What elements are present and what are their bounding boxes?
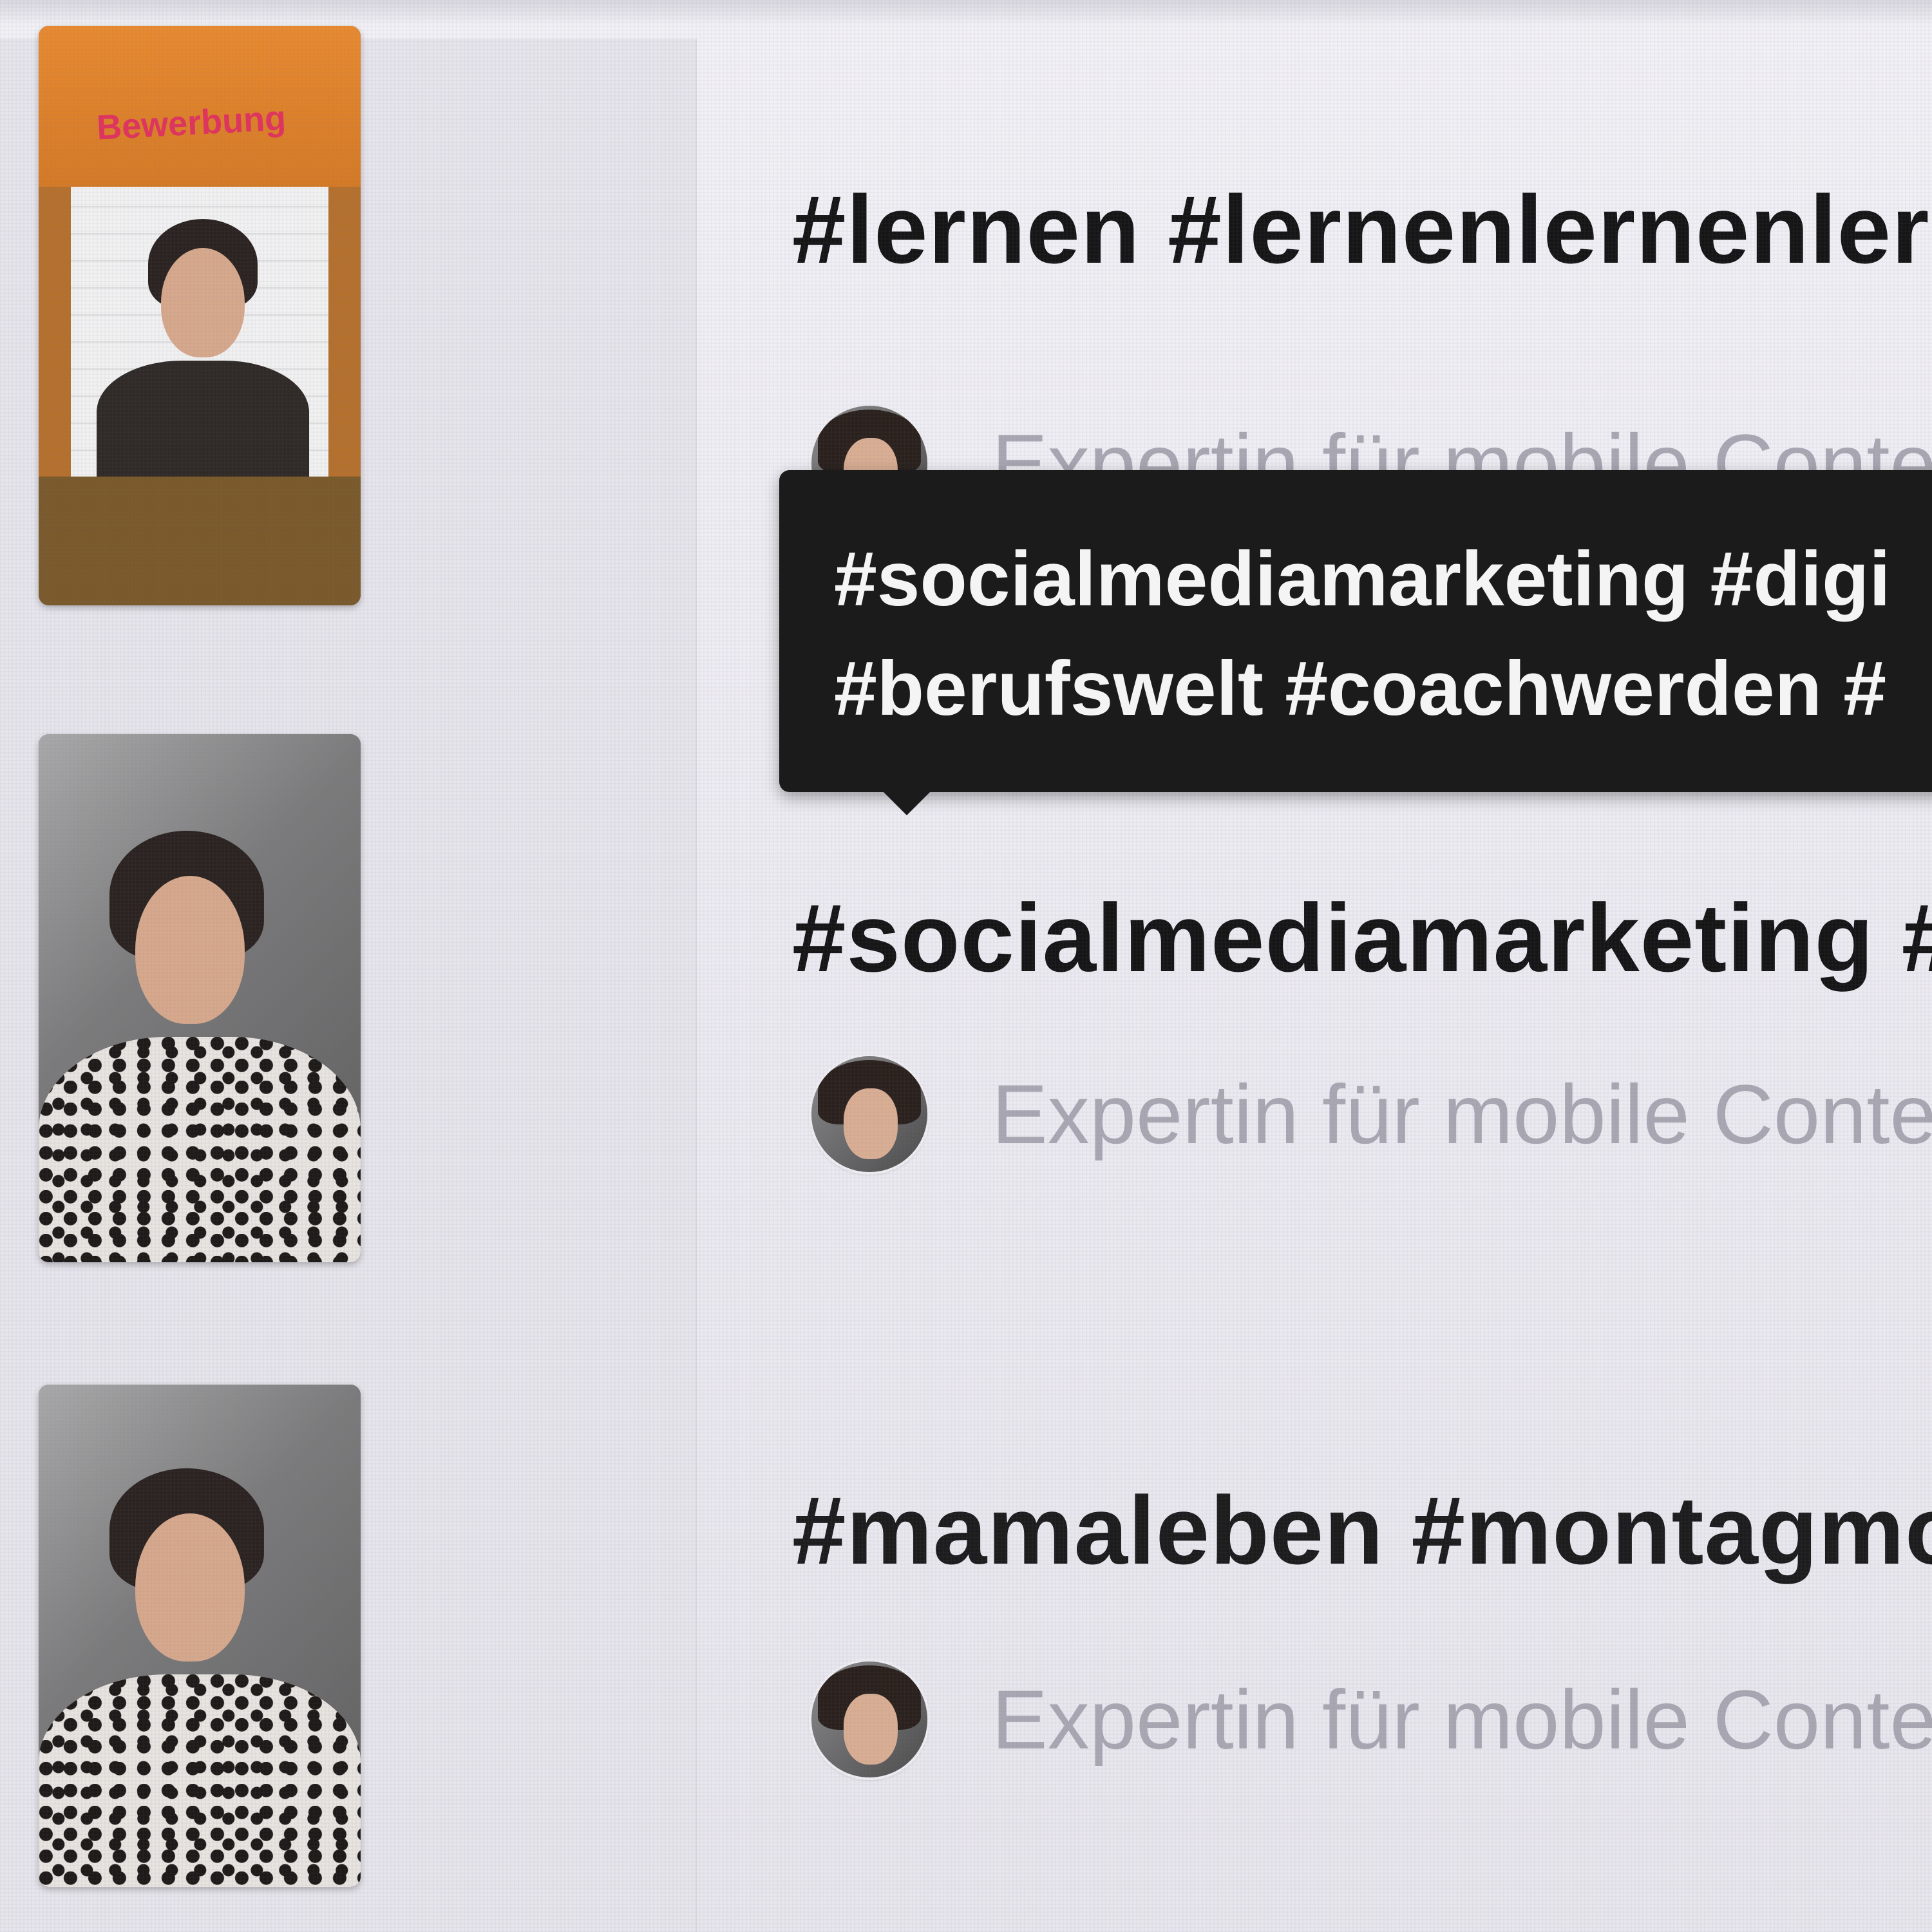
avatar-face — [844, 1088, 898, 1159]
author-row[interactable]: Expertin für mobile Conte — [811, 1050, 1932, 1179]
author-row[interactable]: Expertin für mobile Content — [811, 1655, 1932, 1784]
tooltip-line: #socialmediamarketing #digi — [834, 536, 1891, 622]
top-edge — [0, 0, 1932, 26]
torso-shape — [97, 361, 309, 477]
tooltip-line: #berufswelt #coachwerden # — [834, 645, 1886, 732]
face-shape — [135, 876, 245, 1024]
patterned-top — [39, 1037, 361, 1262]
avatar[interactable] — [811, 1056, 927, 1172]
thumbnail-bottom — [39, 477, 361, 605]
avatar[interactable] — [811, 1662, 927, 1777]
author-description: Expertin für mobile Content — [992, 1672, 1932, 1766]
post-thumbnail[interactable] — [39, 1385, 361, 1887]
patterned-top — [39, 1674, 361, 1887]
list-item: #socialmediamarketing #d Expertin für mo… — [26, 728, 1932, 1359]
hashtag-tooltip: #socialmediamarketing #digi #berufswelt … — [779, 470, 1932, 815]
post-thumbnail[interactable] — [39, 734, 361, 1262]
thumbnail-banner: Bewerbung — [39, 26, 361, 187]
thumbnail-banner-text: Bewerbung — [95, 99, 287, 147]
list-item: #mamaleben #montagmoti Expertin für mobi… — [26, 1372, 1932, 1932]
thumbnail-photo — [71, 187, 328, 477]
post-hashtags[interactable]: #mamaleben #montagmoti — [792, 1475, 1932, 1586]
author-description: Expertin für mobile Conte — [992, 1067, 1932, 1161]
post-hashtags[interactable]: #lernen #lernenlernenler — [792, 174, 1929, 285]
post-thumbnail[interactable]: Bewerbung — [39, 26, 361, 605]
avatar-face — [844, 1694, 898, 1765]
screen: Bewerbung #lernen #lernenlernenler Exper… — [0, 0, 1932, 1932]
post-hashtags[interactable]: #socialmediamarketing #d — [792, 882, 1932, 994]
face-shape — [135, 1513, 245, 1662]
face-shape — [161, 248, 245, 357]
